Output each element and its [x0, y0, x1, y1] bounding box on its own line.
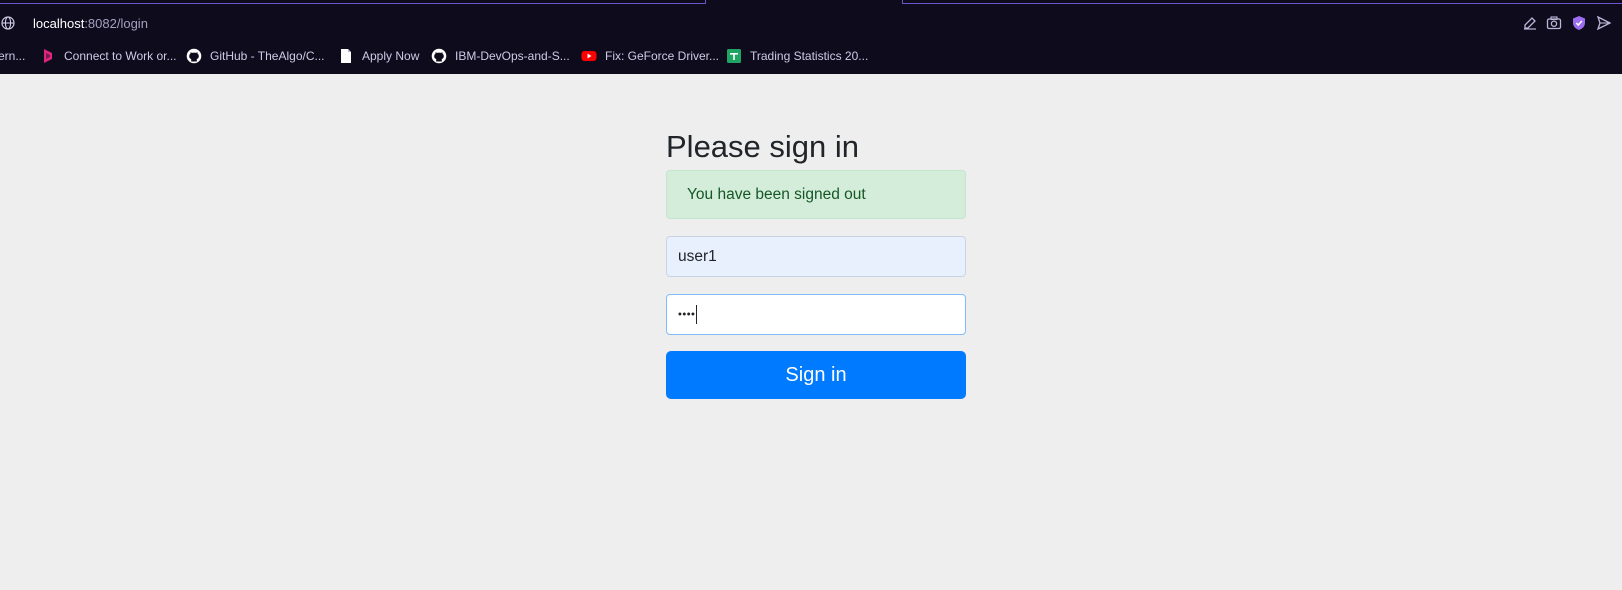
url-path: :8082/login — [84, 16, 148, 31]
text-caret — [696, 305, 698, 325]
login-form: Please sign in You have been signed out … — [666, 128, 966, 399]
bookmark-item[interactable]: Trading Statistics 20... — [726, 44, 868, 68]
edit-icon[interactable] — [1522, 15, 1538, 31]
password-mask: •••• — [678, 308, 696, 321]
signed-out-alert: You have been signed out — [666, 170, 966, 219]
page-title: Please sign in — [666, 129, 860, 164]
username-input[interactable]: user1 — [666, 236, 966, 277]
github-icon — [431, 48, 447, 64]
bookmark-item[interactable]: GitHub - TheAlgo/C... — [186, 44, 325, 68]
bookmark-item[interactable]: Fix: GeForce Driver... — [581, 44, 719, 68]
password-input[interactable]: •••• — [666, 294, 966, 335]
globe-icon — [1, 16, 15, 30]
sheets-icon — [727, 49, 741, 63]
address-bar[interactable]: localhost:8082/login — [0, 8, 1622, 38]
bookmark-label: Connect to Work or... — [64, 49, 177, 63]
shield-extension-icon[interactable] — [1571, 15, 1587, 31]
bookmark-label: ern... — [0, 49, 26, 63]
bookmark-item[interactable]: ern... — [0, 44, 25, 68]
browser-chrome: localhost:8082/login ern... Connect to W… — [0, 0, 1622, 74]
github-icon — [186, 48, 202, 64]
bookmark-label: IBM-DevOps-and-S... — [455, 49, 570, 63]
url-text[interactable]: localhost:8082/login — [33, 16, 148, 31]
camera-icon[interactable] — [1546, 15, 1562, 31]
bookmark-item[interactable]: Apply Now — [338, 44, 419, 68]
url-host: localhost — [33, 16, 85, 31]
tab-edge-right — [902, 0, 1622, 4]
document-icon — [341, 49, 351, 63]
bookmark-label: Apply Now — [362, 49, 420, 63]
bookmark-item[interactable]: Connect to Work or... — [40, 44, 177, 68]
youtube-icon — [581, 51, 597, 61]
bookmarks-bar: ern... Connect to Work or... GitHub - Th… — [0, 44, 1622, 68]
power-apps-icon — [44, 49, 52, 63]
bookmark-label: Trading Statistics 20... — [750, 49, 869, 63]
sign-in-button[interactable]: Sign in — [666, 351, 966, 399]
bookmark-label: Fix: GeForce Driver... — [605, 49, 720, 63]
bookmark-item[interactable]: IBM-DevOps-and-S... — [431, 44, 570, 68]
send-icon[interactable] — [1596, 15, 1612, 31]
bookmark-label: GitHub - TheAlgo/C... — [210, 49, 325, 63]
tab-edge-left — [0, 0, 706, 4]
